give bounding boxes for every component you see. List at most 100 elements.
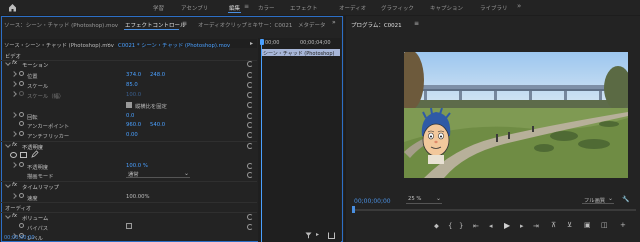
bypass-checkbox[interactable] xyxy=(126,223,132,229)
workspace-tab-learn[interactable]: 学習 xyxy=(153,4,164,12)
stopwatch-icon[interactable] xyxy=(19,131,24,136)
reset-icon[interactable] xyxy=(247,163,253,169)
fx-badge[interactable]: fx xyxy=(12,142,17,148)
pen-icon[interactable] xyxy=(31,150,39,158)
go-to-out-icon[interactable]: ⇥ xyxy=(533,222,539,230)
tab-metadata[interactable]: メタデータ xyxy=(298,21,326,29)
target-clip-name[interactable]: C0021 * シーン・チャッド (Photoshop).mov xyxy=(118,41,230,49)
panel-menu-icon[interactable]: ≡ xyxy=(414,20,419,27)
stopwatch-icon[interactable] xyxy=(19,121,24,126)
tab-source[interactable]: ソース：シーン・チャッド (Photoshop).mov xyxy=(4,21,118,29)
chevron-down-icon[interactable] xyxy=(5,213,11,219)
tab-effect-controls[interactable]: エフェクトコントロール xyxy=(125,21,186,29)
position-x-value[interactable]: 374.0 xyxy=(126,72,141,78)
stopwatch-icon[interactable] xyxy=(19,162,24,167)
program-monitor-title[interactable]: プログラム：C0021 xyxy=(351,21,402,29)
anti-flicker-value[interactable]: 0.00 xyxy=(126,132,138,138)
blend-mode-dropdown[interactable]: 通常 xyxy=(126,170,190,178)
reset-icon[interactable] xyxy=(247,172,253,178)
mark-in-icon[interactable]: { xyxy=(448,222,452,230)
workspace-tab-edit[interactable]: 編集 xyxy=(229,4,240,12)
tab-audio-clip-mixer[interactable]: オーディオクリップミキサー：C0021 xyxy=(198,21,292,29)
wrench-icon[interactable]: 🔧 xyxy=(622,196,629,203)
workspace-tab-audio[interactable]: オーディオ xyxy=(339,4,366,12)
rotation-value[interactable]: 0.0 xyxy=(126,113,134,119)
chevron-right-icon[interactable] xyxy=(11,193,17,199)
opacity-value[interactable]: 100.0 % xyxy=(126,163,148,169)
workspace-tab-captions[interactable]: キャプション xyxy=(430,4,463,12)
scale-value[interactable]: 85.0 xyxy=(126,82,138,88)
reset-icon[interactable] xyxy=(247,122,253,128)
chevron-right-icon[interactable] xyxy=(11,71,17,77)
reset-icon[interactable] xyxy=(247,132,253,138)
add-marker-icon[interactable]: ⬥ xyxy=(434,222,439,231)
reset-icon[interactable] xyxy=(247,82,253,88)
reset-icon[interactable] xyxy=(247,214,253,220)
uniform-scale-checkbox[interactable] xyxy=(126,102,132,108)
go-to-in-icon[interactable]: ⇤ xyxy=(473,222,479,230)
extract-icon[interactable]: ⊻ xyxy=(567,221,572,229)
ellipse-mask-icon[interactable] xyxy=(10,152,17,158)
fx-badge[interactable]: fx xyxy=(12,213,17,219)
workspace-menu-icon[interactable]: ≡ xyxy=(244,3,249,10)
comparison-view-icon[interactable]: ◫ xyxy=(601,221,608,229)
workspace-tab-color[interactable]: カラー xyxy=(258,4,275,12)
reset-icon[interactable] xyxy=(247,143,253,149)
chevron-right-icon[interactable] xyxy=(11,91,17,97)
speed-value[interactable]: 100.00% xyxy=(126,194,150,200)
position-y-value[interactable]: 248.0 xyxy=(150,72,165,78)
play-audio-icon[interactable]: ▸ xyxy=(316,231,319,238)
stopwatch-icon[interactable] xyxy=(19,112,24,117)
workspace-tab-graphics[interactable]: グラフィック xyxy=(381,4,414,12)
program-video-frame[interactable] xyxy=(404,52,628,178)
more-workspaces-icon[interactable]: » xyxy=(517,2,521,10)
fx-badge[interactable]: fx xyxy=(12,60,17,66)
chevron-right-icon[interactable] xyxy=(11,112,17,118)
step-back-icon[interactable]: ◂ xyxy=(489,222,493,230)
show-timeline-icon[interactable]: ▸ xyxy=(250,40,253,47)
stopwatch-icon[interactable] xyxy=(19,223,24,228)
dropdown-arrow-icon[interactable]: ⌄ xyxy=(184,170,189,177)
dropdown-arrow-icon[interactable]: ⌄ xyxy=(106,40,111,47)
anchor-y-value[interactable]: 540.0 xyxy=(150,122,165,128)
overflow-icon[interactable]: » xyxy=(332,19,336,26)
chevron-down-icon[interactable] xyxy=(5,182,11,188)
chevron-right-icon[interactable] xyxy=(11,81,17,87)
stopwatch-icon[interactable] xyxy=(19,71,24,76)
anchor-x-value[interactable]: 960.0 xyxy=(126,122,141,128)
play-icon[interactable]: ▶ xyxy=(504,221,510,230)
dropdown-arrow-icon[interactable]: ⌄ xyxy=(608,195,613,202)
reset-icon[interactable] xyxy=(247,61,253,67)
workspace-tab-libraries[interactable]: ライブラリ xyxy=(480,4,508,12)
mini-timeline[interactable] xyxy=(258,38,341,242)
stopwatch-icon[interactable] xyxy=(19,193,24,198)
filter-icon[interactable] xyxy=(305,232,312,239)
reset-icon[interactable] xyxy=(247,92,253,98)
stopwatch-icon[interactable] xyxy=(19,91,24,96)
scrubber-playhead[interactable] xyxy=(352,206,355,213)
tab-menu-icon[interactable]: ≡ xyxy=(182,20,187,27)
workspace-tab-effects[interactable]: エフェクト xyxy=(290,4,318,12)
mark-out-icon[interactable]: } xyxy=(459,222,463,230)
export-frame-icon[interactable]: ▣ xyxy=(584,221,591,229)
stopwatch-icon[interactable] xyxy=(19,81,24,86)
reset-icon[interactable] xyxy=(247,113,253,119)
playback-scrubber[interactable] xyxy=(352,209,636,211)
reset-icon[interactable] xyxy=(247,224,253,230)
step-forward-icon[interactable]: ▸ xyxy=(520,222,524,230)
export-icon[interactable] xyxy=(328,232,335,239)
chevron-right-icon[interactable] xyxy=(11,162,17,168)
ec-footer-timecode[interactable]: 00;00;00;00 xyxy=(4,235,35,241)
dropdown-arrow-icon[interactable]: ⌄ xyxy=(436,195,441,202)
rectangle-mask-icon[interactable] xyxy=(20,152,27,158)
add-button-icon[interactable]: + xyxy=(620,221,626,229)
chevron-right-icon[interactable] xyxy=(11,131,17,137)
reset-icon[interactable] xyxy=(247,102,253,108)
home-icon[interactable] xyxy=(8,3,17,12)
chevron-down-icon[interactable] xyxy=(5,142,11,148)
reset-icon[interactable] xyxy=(247,72,253,78)
workspace-tab-assembly[interactable]: アセンブリ xyxy=(181,4,208,12)
chevron-down-icon[interactable] xyxy=(5,60,11,66)
program-timecode[interactable]: 00;00;00;00 xyxy=(354,198,391,205)
fx-badge[interactable]: fx xyxy=(12,182,17,188)
